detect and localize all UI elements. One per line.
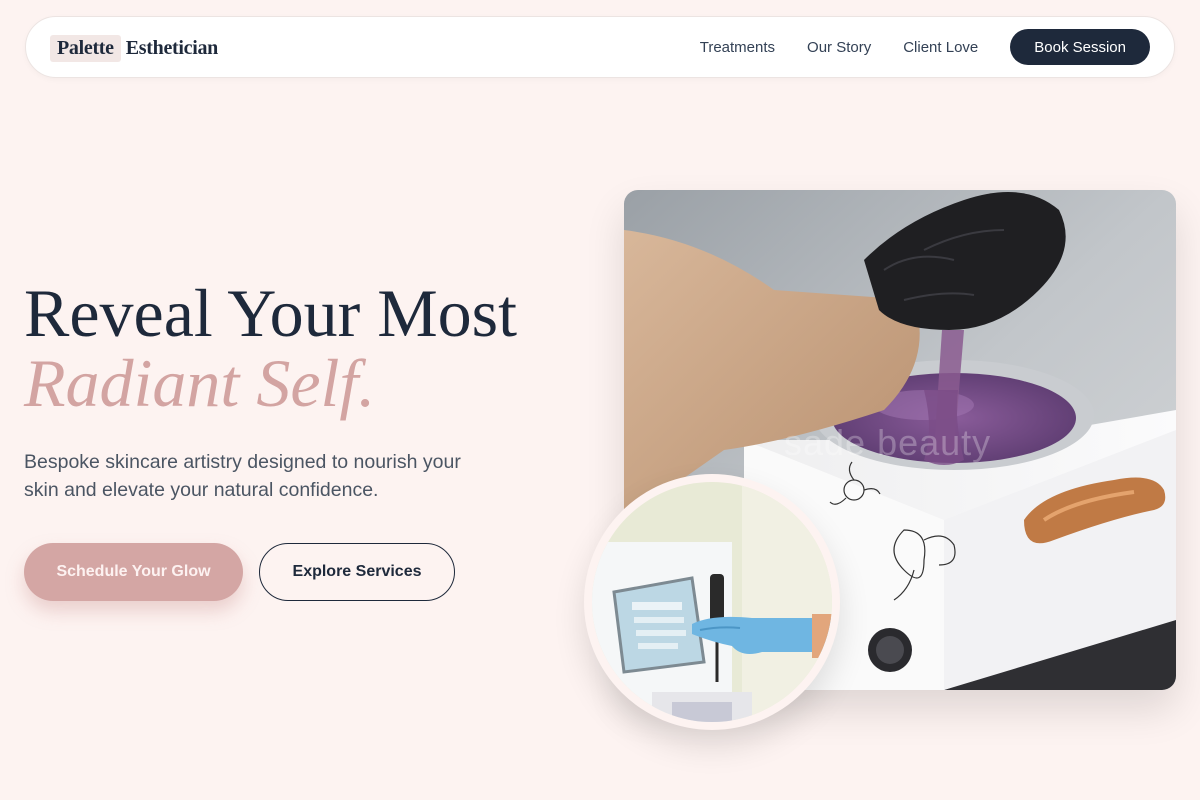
nav-link-client-love[interactable]: Client Love [903, 39, 978, 56]
explore-services-button[interactable]: Explore Services [259, 543, 455, 601]
hero-headline-accent: Radiant Self. [24, 345, 376, 421]
hero-headline-line1: Reveal Your Most [24, 275, 518, 351]
brand-logo[interactable]: Palette Esthetician [50, 33, 218, 63]
hero-headline: Reveal Your Most Radiant Self. [24, 278, 584, 418]
nav-links: Treatments Our Story Client Love Book Se… [700, 29, 1150, 65]
hero-subtext: Bespoke skincare artistry designed to no… [24, 451, 461, 501]
schedule-glow-button[interactable]: Schedule Your Glow [24, 543, 243, 601]
facial-device-photo-inner [592, 482, 832, 722]
nav-link-treatments[interactable]: Treatments [700, 39, 775, 56]
facial-device-photo [584, 474, 840, 730]
top-nav: Palette Esthetician Treatments Our Story… [25, 16, 1175, 78]
book-session-button[interactable]: Book Session [1010, 29, 1150, 65]
nav-link-our-story[interactable]: Our Story [807, 39, 871, 56]
brand-name-part1: Palette [50, 34, 121, 62]
image-watermark: sade beauty [784, 422, 992, 463]
brand-name-part2: Esthetician [125, 36, 219, 59]
